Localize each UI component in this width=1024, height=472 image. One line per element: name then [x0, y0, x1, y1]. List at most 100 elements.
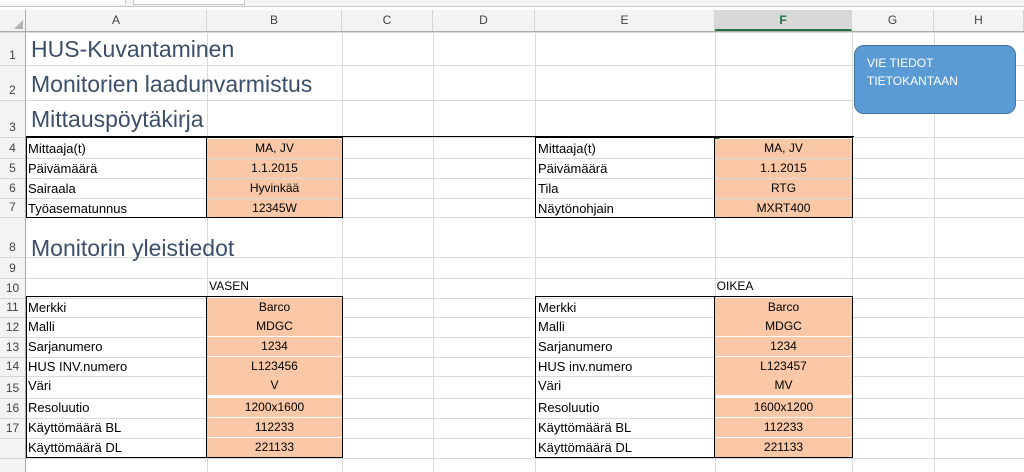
monitor-right-label: Käyttömäärä DL: [538, 440, 632, 455]
info-right-label: Päivämäärä: [538, 161, 608, 176]
row-header-6[interactable]: 6: [0, 178, 25, 198]
monitor-right-label: Käyttömäärä BL: [538, 420, 632, 435]
monitor-right-label: Resoluutio: [538, 400, 600, 415]
monitor-right-value[interactable]: MV: [715, 376, 852, 395]
select-all-corner[interactable]: [0, 10, 26, 31]
column-header-d[interactable]: D: [433, 10, 535, 31]
monitor-left-value[interactable]: MDGC: [207, 317, 342, 336]
column-header-f[interactable]: F: [715, 10, 852, 31]
row-header-divider: [0, 178, 25, 179]
gridline-horizontal: [26, 458, 1024, 459]
monitor-right-value[interactable]: MDGC: [715, 317, 852, 336]
gridline-horizontal: [26, 398, 1024, 399]
sheet-tab-1[interactable]: [0, 0, 126, 4]
column-header-a[interactable]: A: [26, 10, 207, 31]
monitor-left-label: Väri: [28, 378, 52, 393]
row-header-7[interactable]: 7: [0, 198, 25, 217]
monitor-left-value[interactable]: 1200x1600: [207, 398, 342, 417]
monitor-right-label: HUS inv.numero: [538, 359, 633, 374]
monitor-right-value[interactable]: Barco: [715, 298, 852, 317]
gridline-horizontal: [26, 178, 1024, 179]
row-header-14[interactable]: 14: [0, 357, 25, 376]
gridline-vertical: [433, 32, 434, 472]
column-header-c[interactable]: C: [342, 10, 433, 31]
monitor-left-value[interactable]: L123456: [207, 357, 342, 376]
info-left-label: Mittaaja(t): [28, 141, 86, 156]
gridline-vertical: [342, 32, 343, 472]
row-header-4[interactable]: 4: [0, 137, 25, 158]
info-left-label: Työasematunnus: [28, 201, 128, 216]
info-right-label: Näytönohjain: [538, 201, 614, 216]
monitor-right-value[interactable]: 1600x1200: [715, 398, 852, 417]
title-line-2: Monitorien laadunvarmistus: [31, 71, 313, 97]
monitor-right-label: Sarjanumero: [538, 339, 613, 354]
monitor-right-value[interactable]: L123457: [715, 357, 852, 376]
info-left-value[interactable]: 12345W: [207, 199, 342, 218]
row-header-5[interactable]: 5: [0, 158, 25, 178]
row-header-divider: [0, 278, 25, 279]
sheet-tab-strip: [0, 0, 1024, 7]
monitor-left-value[interactable]: 221133: [207, 438, 342, 457]
monitor-left-label: Sarjanumero: [28, 339, 103, 354]
info-left-label: Päivämäärä: [28, 161, 98, 176]
row-header-8[interactable]: 8: [0, 217, 25, 257]
row-header-divider: [0, 418, 25, 419]
title-bottom-border: [26, 136, 854, 137]
gridline-horizontal: [26, 357, 1024, 358]
row-header-11[interactable]: 11: [0, 298, 25, 317]
row-header-divider: [0, 376, 25, 377]
row-header-12[interactable]: 12: [0, 317, 25, 337]
gridline-horizontal: [26, 198, 1024, 199]
info-left-label: Sairaala: [28, 181, 76, 196]
info-left-value[interactable]: MA, JV: [207, 139, 342, 158]
info-right-value[interactable]: RTG: [715, 179, 852, 198]
column-header-b[interactable]: B: [207, 10, 342, 31]
monitor-left-label: Merkki: [28, 300, 67, 315]
export-to-database-button[interactable]: VIE TIEDOT TIETOKANTAAN: [854, 45, 1016, 114]
column-header-e[interactable]: E: [535, 10, 715, 31]
row-header-2[interactable]: 2: [0, 65, 25, 100]
title-line-1: HUS-Kuvantaminen: [31, 36, 235, 62]
monitor-right-value[interactable]: 221133: [715, 438, 852, 457]
row-header-13[interactable]: 13: [0, 337, 25, 357]
sheet-tab-2[interactable]: [133, 0, 245, 5]
info-right-label: Tila: [538, 181, 559, 196]
title-line-3: Mittauspöytäkirja: [31, 106, 204, 132]
row-header-1[interactable]: 1: [0, 32, 25, 65]
row-header-divider: [0, 198, 25, 199]
column-header-g[interactable]: G: [852, 10, 934, 31]
info-right-value[interactable]: MA, JV: [715, 139, 852, 158]
info-left-value[interactable]: 1.1.2015: [207, 159, 342, 178]
monitor-left-value[interactable]: 1234: [207, 337, 342, 356]
monitor-right-header: OIKEA: [716, 279, 754, 293]
row-header-15[interactable]: 15: [0, 376, 25, 398]
gridline-horizontal: [26, 137, 1024, 138]
column-header-bar: A B C D E F G H: [0, 10, 1024, 32]
column-header-h[interactable]: H: [934, 10, 1024, 31]
info-right-label: Mittaaja(t): [538, 141, 596, 156]
row-header-divider: [0, 438, 25, 439]
gridline-horizontal: [26, 32, 1024, 33]
monitor-right-value[interactable]: 1234: [715, 337, 852, 356]
monitor-left-value[interactable]: Barco: [207, 298, 342, 317]
monitor-left-value[interactable]: 112233: [207, 418, 342, 437]
info-left-value[interactable]: Hyvinkää: [207, 179, 342, 198]
gridline-horizontal: [26, 337, 1024, 338]
monitor-left-label: Käyttömäärä BL: [28, 420, 122, 435]
gridline-horizontal: [26, 438, 1024, 439]
info-right-value[interactable]: MXRT400: [715, 199, 852, 218]
row-header-divider: [0, 398, 25, 399]
row-header-divider: [0, 65, 25, 66]
row-header-bar: 1 2 3 4 5 6 7 8 9 10 11 12 13 14 15 16 17: [0, 32, 26, 472]
row-header-16[interactable]: 16: [0, 398, 25, 418]
monitor-right-label: Väri: [538, 378, 562, 393]
info-right-value[interactable]: 1.1.2015: [715, 159, 852, 178]
gridline-horizontal: [26, 278, 1024, 279]
monitor-right-value[interactable]: 112233: [715, 418, 852, 437]
gridline-horizontal: [26, 317, 1024, 318]
row-header-10[interactable]: 10: [0, 278, 25, 298]
monitor-left-value[interactable]: V: [207, 376, 342, 395]
row-header-9[interactable]: 9: [0, 257, 25, 278]
row-header-3[interactable]: 3: [0, 100, 25, 137]
row-header-17[interactable]: 17: [0, 418, 25, 438]
